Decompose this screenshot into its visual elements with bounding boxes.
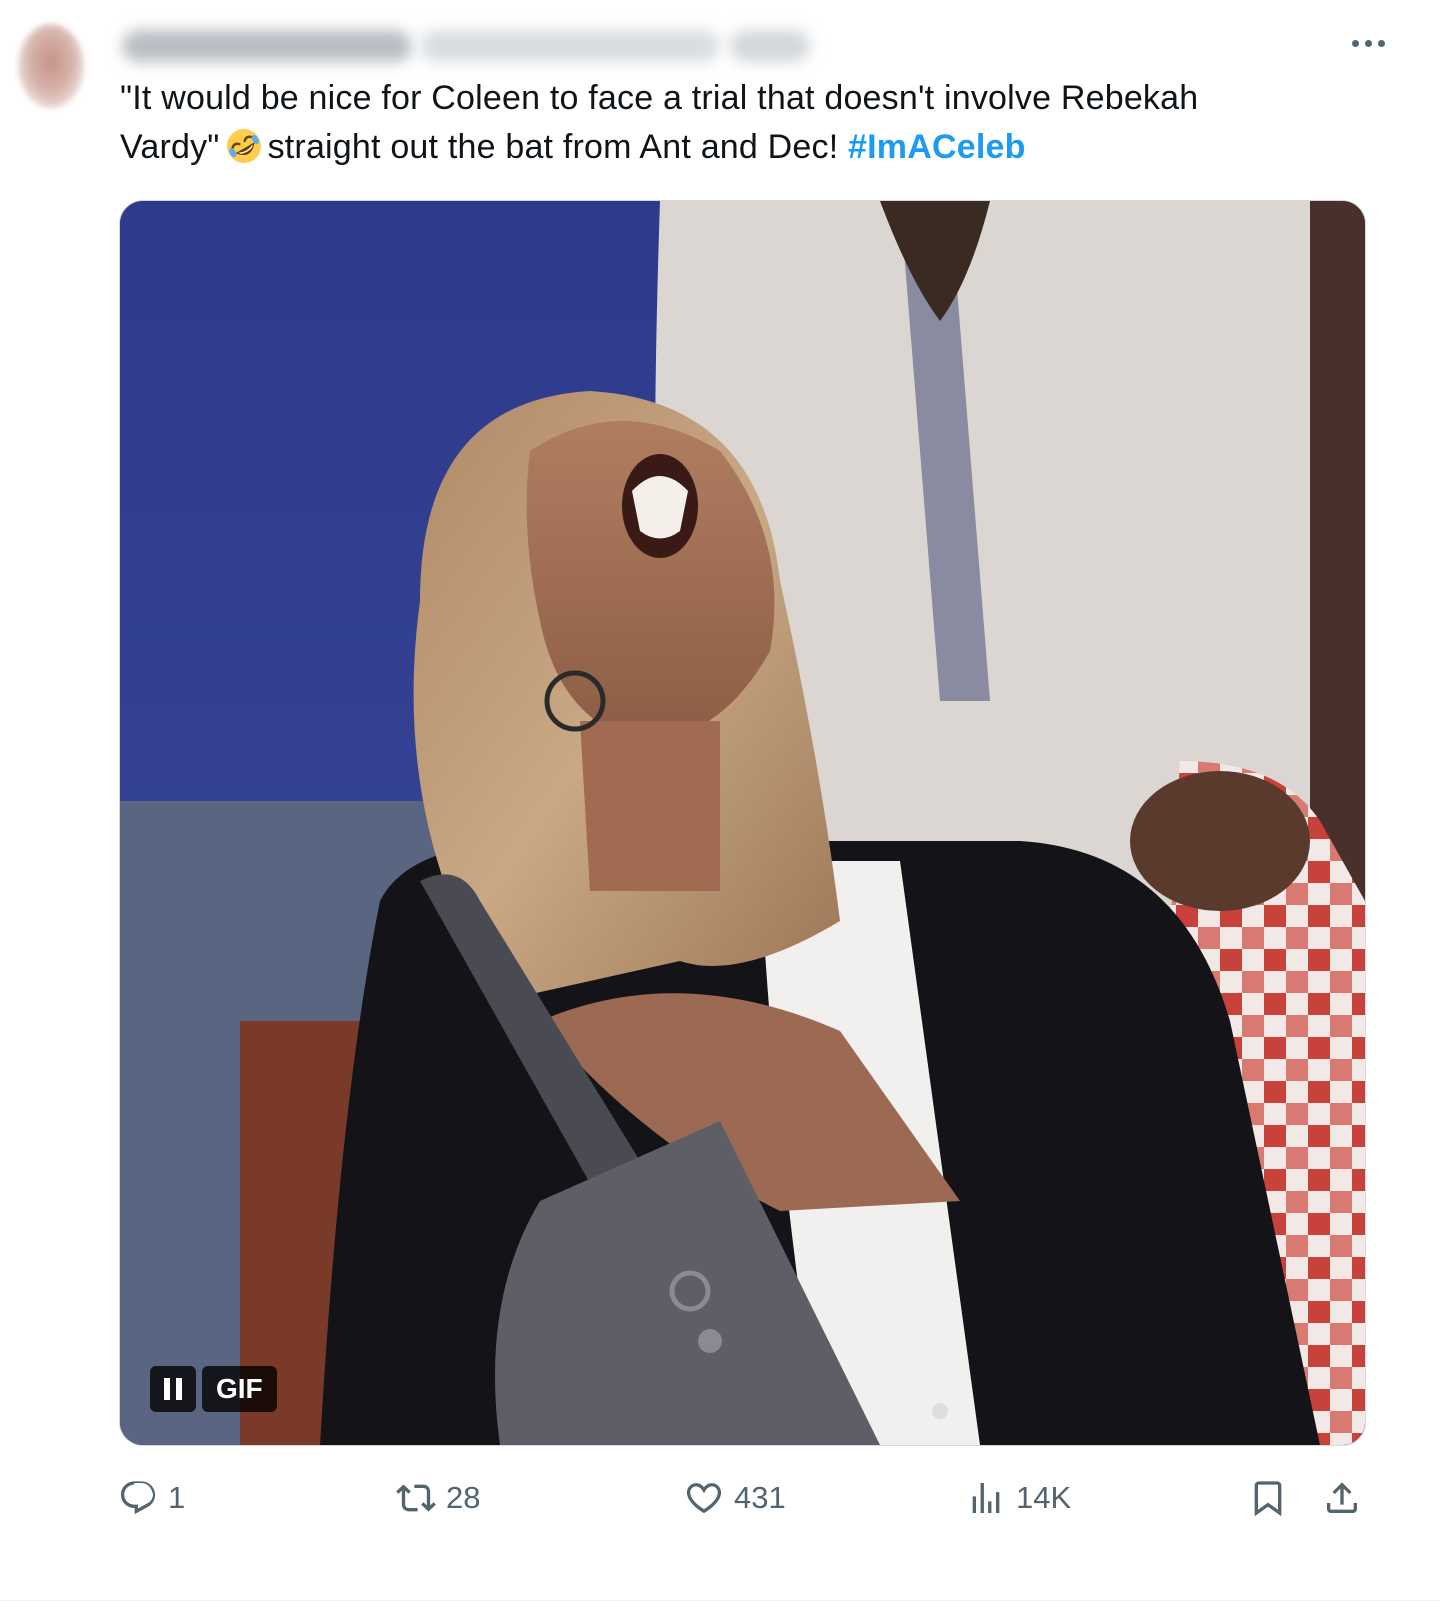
avatar[interactable] (18, 24, 84, 108)
tweet-text: "It would be nice for Coleen to face a t… (120, 74, 1360, 172)
timestamp[interactable] (730, 30, 810, 62)
gif-frame-image (120, 201, 1365, 1445)
retweet-count: 28 (446, 1480, 481, 1515)
views-button[interactable]: 14K (966, 1478, 1071, 1518)
reply-icon (120, 1481, 156, 1515)
reply-button[interactable]: 1 (118, 1478, 185, 1518)
tweet-text-line1: "It would be nice for Coleen to face a t… (120, 79, 1199, 117)
bookmark-button[interactable] (1248, 1478, 1288, 1518)
rolling-on-floor-laughing-emoji-icon (226, 129, 261, 163)
like-button[interactable]: 431 (684, 1478, 786, 1518)
author-handle[interactable] (420, 30, 720, 62)
share-icon (1327, 1482, 1357, 1513)
heart-icon (686, 1483, 722, 1514)
analytics-icon (972, 1483, 1000, 1513)
gif-media[interactable]: GIF (119, 200, 1366, 1446)
like-count: 431 (734, 1480, 786, 1515)
divider (0, 1600, 1440, 1601)
view-count: 14K (1016, 1480, 1072, 1515)
hashtag-link[interactable]: #ImACeleb (848, 128, 1026, 166)
tweet-text-line2-end: straight out the bat from Ant and Dec! (267, 128, 839, 166)
more-options-icon[interactable] (1350, 33, 1388, 53)
bookmark-icon (1254, 1481, 1282, 1517)
tweet-card: "It would be nice for Coleen to face a t… (0, 0, 1440, 1616)
tweet-text-line2-start: Vardy" (120, 128, 220, 166)
gif-controls: GIF (150, 1366, 277, 1412)
reply-count: 1 (168, 1480, 186, 1515)
retweet-icon (396, 1484, 436, 1512)
retweet-button[interactable]: 28 (396, 1478, 480, 1518)
tweet-actions-bar: 1 28 431 14K (0, 1470, 1440, 1530)
author-display-name[interactable] (122, 30, 412, 62)
gif-badge: GIF (202, 1366, 277, 1412)
pause-icon[interactable] (150, 1366, 196, 1412)
share-button[interactable] (1322, 1478, 1362, 1518)
